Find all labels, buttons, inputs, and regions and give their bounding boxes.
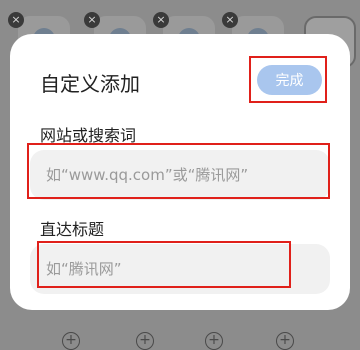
add-circle-icon: +	[136, 332, 154, 350]
dialog-title: 自定义添加	[40, 72, 140, 96]
title-input[interactable]	[30, 244, 330, 294]
close-icon: ×	[84, 12, 100, 28]
url-field-label: 网站或搜索词	[40, 126, 137, 145]
custom-add-dialog: 自定义添加 完成 网站或搜索词 直达标题	[10, 34, 350, 310]
add-circle-icon: +	[205, 332, 223, 350]
close-icon: ×	[8, 12, 24, 28]
title-field-label: 直达标题	[40, 220, 105, 239]
close-icon: ×	[222, 12, 238, 28]
done-button[interactable]: 完成	[257, 65, 322, 95]
close-icon: ×	[153, 12, 169, 28]
add-circle-icon: +	[62, 332, 80, 350]
url-input[interactable]	[30, 150, 330, 200]
add-circle-icon: +	[276, 332, 294, 350]
